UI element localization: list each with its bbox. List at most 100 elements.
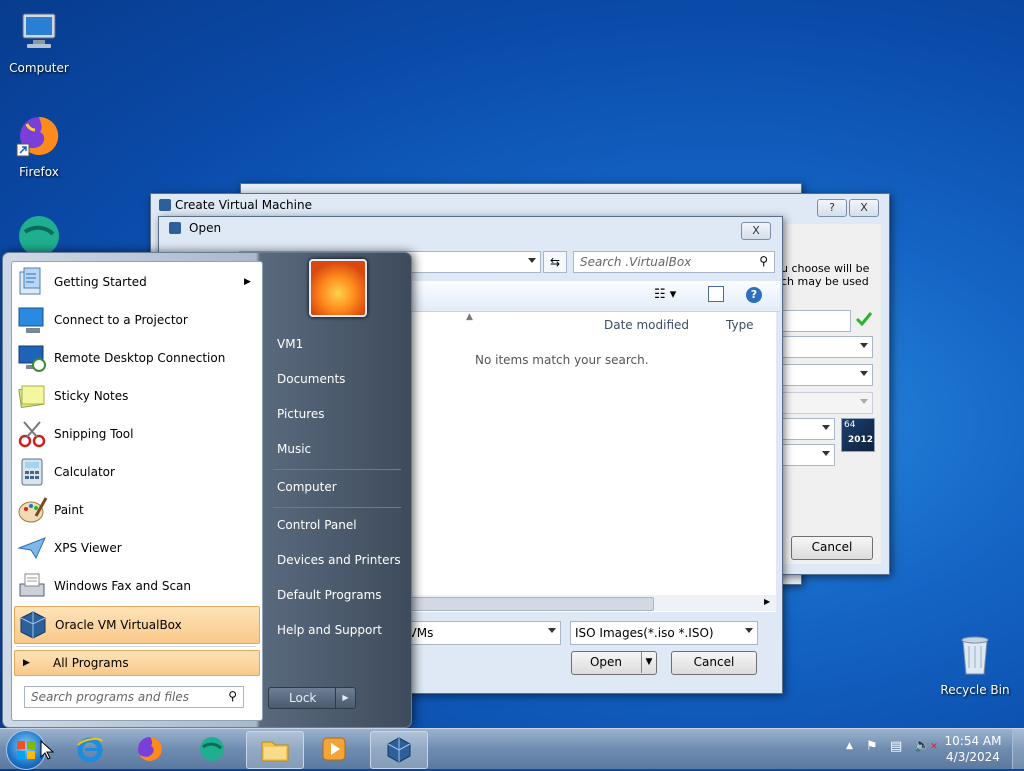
help-icon[interactable]: ? — [746, 287, 762, 303]
sticky-notes-icon — [18, 385, 45, 409]
start-item-fax-scan[interactable]: Windows Fax and Scan — [14, 568, 258, 604]
taskbar-ie[interactable] — [62, 731, 118, 767]
open-dropdown-icon[interactable]: ▼ — [641, 652, 656, 673]
projector-icon — [18, 307, 44, 333]
refresh-button[interactable]: ⇆ — [543, 251, 567, 273]
start-item-getting-started[interactable]: Getting Started ▶ — [14, 264, 258, 300]
open-titlebar: Open X — [159, 217, 782, 240]
sort-arrow-icon: ▲ — [466, 312, 473, 322]
all-programs-arrow-icon: ▶ — [23, 658, 30, 668]
edition-select[interactable] — [781, 364, 873, 386]
right-item-control-panel[interactable]: Control Panel — [277, 518, 357, 532]
folder-icon — [261, 741, 289, 762]
show-hidden-icons-icon[interactable]: ▲ — [846, 741, 853, 751]
right-item-pictures[interactable]: Pictures — [277, 407, 325, 421]
start-search-input[interactable]: Search programs and files ⚲ — [24, 686, 244, 708]
version-select[interactable] — [781, 444, 835, 466]
close-button[interactable]: X — [849, 199, 879, 217]
action-center-flag-icon[interactable]: ⚑ — [866, 739, 878, 754]
desktop-icon-computer[interactable]: Computer — [4, 8, 74, 75]
type-select[interactable] — [781, 418, 835, 440]
cancel-button[interactable]: Cancel — [671, 651, 757, 675]
taskbar-virtualbox[interactable] — [370, 731, 428, 769]
start-item-sticky-notes[interactable]: Sticky Notes — [14, 378, 258, 414]
start-item-paint[interactable]: Paint — [14, 492, 258, 528]
lock-label: Lock — [289, 691, 317, 705]
search-placeholder: Search .VirtualBox — [580, 255, 692, 269]
create-vm-title: Create Virtual Machine — [175, 198, 312, 212]
start-item-calculator[interactable]: Calculator — [14, 454, 258, 490]
show-desktop-button[interactable] — [1012, 729, 1024, 769]
os-badge-bits: 64 — [844, 420, 856, 430]
user-picture[interactable] — [309, 259, 367, 317]
paint-icon — [18, 497, 48, 523]
help-button[interactable]: ? — [817, 199, 847, 217]
scrollbar-thumb[interactable] — [410, 597, 654, 611]
right-item-default-programs[interactable]: Default Programs — [277, 588, 382, 602]
start-menu[interactable]: Getting Started ▶ Connect to a Projector… — [2, 252, 412, 728]
windows-logo-icon — [17, 741, 35, 759]
firefox-icon — [138, 737, 162, 761]
virtualbox-icon — [169, 222, 181, 234]
file-type-select[interactable]: ISO Images(*.iso *.ISO) — [570, 621, 758, 645]
start-item-projector[interactable]: Connect to a Projector — [14, 302, 258, 338]
file-type-value: ISO Images(*.iso *.ISO) — [575, 626, 714, 640]
open-button[interactable]: Open ▼ — [571, 651, 657, 675]
iso-image-select[interactable] — [781, 336, 873, 358]
virtualbox-icon — [387, 737, 411, 763]
taskbar-explorer[interactable] — [246, 731, 304, 769]
column-header-date[interactable]: Date modified — [604, 318, 689, 332]
close-button[interactable]: X — [741, 222, 771, 240]
submenu-arrow-icon: ▶ — [244, 277, 251, 287]
computer-icon — [22, 13, 56, 48]
start-search-placeholder: Search programs and files — [31, 690, 189, 704]
right-item-documents[interactable]: Documents — [277, 372, 345, 386]
xps-viewer-icon — [17, 537, 46, 560]
lock-options-icon[interactable]: ▶ — [335, 688, 355, 708]
start-item-label: Windows Fax and Scan — [54, 579, 192, 593]
virtualbox-icon — [159, 199, 171, 211]
right-item-music[interactable]: Music — [277, 442, 311, 456]
open-title: Open — [189, 221, 222, 235]
right-item-vm1[interactable]: VM1 — [277, 337, 303, 351]
right-item-help-support[interactable]: Help and Support — [277, 623, 382, 637]
lock-button[interactable]: Lock ▶ — [268, 687, 356, 709]
clock[interactable]: 10:54 AM 4/3/2024 — [940, 733, 1006, 765]
start-item-label: Snipping Tool — [54, 427, 134, 441]
view-options-icon[interactable]: ☷ ▾ — [654, 287, 676, 302]
start-item-label: Sticky Notes — [54, 389, 129, 403]
column-header-type[interactable]: Type — [726, 318, 754, 332]
start-item-virtualbox[interactable]: Oracle VM VirtualBox — [14, 606, 260, 644]
taskbar-globe-app[interactable] — [184, 731, 240, 767]
internet-explorer-icon — [77, 737, 103, 763]
start-item-label: Calculator — [54, 465, 115, 479]
network-icon[interactable]: ▤ — [890, 739, 902, 754]
empty-message: No items match your search. — [475, 353, 649, 367]
os-badge-year: 2012 — [848, 435, 874, 445]
right-item-computer[interactable]: Computer — [277, 480, 337, 494]
desktop-icon-firefox[interactable]: Firefox — [4, 112, 74, 179]
volume-muted-icon[interactable]: 🔈✕ — [914, 738, 938, 753]
taskbar-media-player[interactable] — [306, 731, 362, 767]
taskbar-firefox[interactable] — [122, 731, 178, 767]
media-player-icon — [322, 737, 346, 761]
clock-time: 10:54 AM — [944, 734, 1002, 748]
start-item-snipping-tool[interactable]: Snipping Tool — [14, 416, 258, 452]
folder-field[interactable] — [781, 310, 851, 332]
cancel-button[interactable]: Cancel — [791, 536, 873, 560]
getting-started-icon — [19, 267, 41, 295]
start-item-remote-desktop[interactable]: Remote Desktop Connection — [14, 340, 258, 376]
right-item-devices-printers[interactable]: Devices and Printers — [277, 553, 401, 567]
filename-input[interactable]: t VMs — [395, 621, 561, 645]
all-programs-button[interactable]: ▶ All Programs — [14, 650, 260, 676]
scroll-right-icon[interactable]: ▶ — [764, 597, 770, 606]
start-item-xps-viewer[interactable]: XPS Viewer — [14, 530, 258, 566]
start-item-label: Getting Started — [54, 275, 147, 289]
desktop-icon-recycle-bin[interactable]: Recycle Bin — [940, 630, 1010, 697]
preview-pane-icon[interactable] — [708, 286, 724, 302]
start-item-label: XPS Viewer — [54, 541, 122, 555]
remote-desktop-icon — [18, 345, 46, 372]
disabled-select — [781, 392, 873, 414]
search-box[interactable]: Search .VirtualBox ⚲ — [573, 251, 775, 273]
virtualbox-icon — [20, 611, 46, 639]
